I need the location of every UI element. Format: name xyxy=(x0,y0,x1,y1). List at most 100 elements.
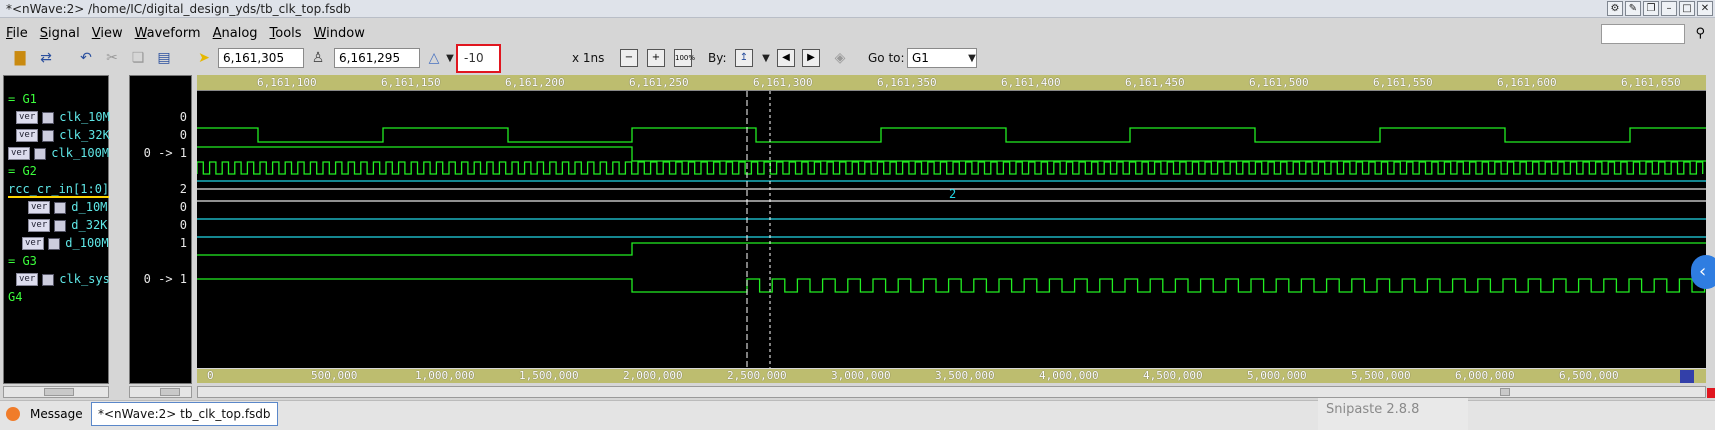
snipaste-popup: Snipaste 2.8.8 xyxy=(1318,398,1468,430)
signal-value: 0 xyxy=(179,218,187,232)
overview-cursor-marker xyxy=(1707,388,1715,398)
ver-badge-icon: ver xyxy=(22,237,45,250)
menu-window[interactable]: Window xyxy=(314,26,365,41)
search-by-edge-icon[interactable]: ↥ xyxy=(735,49,753,67)
close-icon[interactable]: ✕ xyxy=(1697,1,1713,16)
ver-badge-icon: ver xyxy=(16,273,39,286)
menu-file[interactable]: File xyxy=(6,26,28,41)
cursor-pointer-icon[interactable]: ➤ xyxy=(194,48,214,68)
signal-type-icon xyxy=(34,147,47,160)
overview-tick-label: 0 xyxy=(207,369,214,382)
wave-clk_sys xyxy=(197,278,1706,293)
document-tab[interactable]: *<nWave:2> tb_clk_top.fsdb xyxy=(91,402,278,426)
marker-time-field[interactable]: 6,161,295 xyxy=(334,48,420,68)
marker-icon[interactable]: ♙ xyxy=(308,48,328,68)
signal-type-icon xyxy=(54,201,67,214)
signal-value-panel: 0 0 0 -> 1 2 0 0 1 0 -> 1 xyxy=(129,75,192,384)
signal-row[interactable]: ver d_100M xyxy=(22,234,109,252)
signal-value: 0 -> 1 xyxy=(143,146,187,160)
menu-search-input[interactable] xyxy=(1601,24,1685,44)
message-tab[interactable]: Message xyxy=(2,403,83,425)
goto-dropdown-icon[interactable]: ▼ xyxy=(962,48,982,68)
paste-icon[interactable]: ▤ xyxy=(154,48,174,68)
group-header[interactable]: = G1 xyxy=(8,90,37,108)
signal-row[interactable]: ver clk_10M xyxy=(16,108,110,126)
zoom-fit-icon[interactable]: 100% xyxy=(674,49,695,67)
ruler-tick-label: 6,161,550 xyxy=(1373,76,1433,89)
time-ruler-top[interactable]: 6,161,100 6,161,150 6,161,200 6,161,250 6,16… xyxy=(197,75,1706,91)
search-backward-icon[interactable]: ◀ xyxy=(777,49,795,67)
overview-tick-label: 2,000,000 xyxy=(623,369,683,382)
waveform-scrollbar[interactable] xyxy=(197,386,1706,398)
overview-tick-label: 5,500,000 xyxy=(1351,369,1411,382)
ver-badge-icon: ver xyxy=(16,129,39,142)
cursor-time-field[interactable]: 6,161,305 xyxy=(218,48,304,68)
signal-name: d_10M xyxy=(71,200,108,214)
signal-row[interactable]: ver clk_100M xyxy=(8,144,109,162)
by-dropdown-icon[interactable]: ▼ xyxy=(756,48,776,68)
overview-end-marker xyxy=(1680,370,1694,383)
bus-value-label: 2 xyxy=(949,187,956,201)
signal-row[interactable]: ver clk_sys xyxy=(16,270,110,288)
signal-row[interactable]: rcc_cr_in[1:0] xyxy=(8,180,110,198)
ruler-tick-label: 6,161,250 xyxy=(629,76,689,89)
pin-icon[interactable]: ✎ xyxy=(1625,1,1641,16)
bookmark-icon[interactable]: ◈ xyxy=(830,48,850,68)
menu-view[interactable]: View xyxy=(92,26,123,41)
reload-icon[interactable]: ⇄ xyxy=(36,48,56,68)
name-panel-scrollbar[interactable] xyxy=(3,386,109,398)
signal-name: clk_100M xyxy=(51,146,110,160)
ruler-tick-label: 6,161,500 xyxy=(1249,76,1309,89)
signal-type-icon xyxy=(42,273,55,286)
open-folder-icon[interactable]: ▇ xyxy=(10,48,30,68)
signal-name: clk_sys xyxy=(59,272,110,286)
wave-d_100M xyxy=(197,242,1706,256)
signal-row[interactable]: ver d_10M xyxy=(28,198,107,216)
delta-time-field[interactable]: -10 xyxy=(456,44,501,73)
panel-splitter[interactable] xyxy=(112,75,127,384)
signal-type-icon xyxy=(48,237,61,250)
settings-icon[interactable]: ⚙ xyxy=(1607,1,1623,16)
window-controls: ⚙ ✎ ❐ – □ ✕ xyxy=(1607,1,1713,16)
ver-badge-icon: ver xyxy=(16,111,39,124)
waveform-canvas[interactable]: 2 xyxy=(197,91,1706,368)
signal-name-panel: = G1 ver clk_10M ver clk_32K ver clk_100M = G2 r… xyxy=(3,75,110,384)
signal-name: = G2 xyxy=(8,164,37,178)
search-icon[interactable]: ⚲ xyxy=(1695,26,1705,41)
signal-row[interactable]: ver d_32K xyxy=(28,216,107,234)
overview-tick-label: 4,000,000 xyxy=(1039,369,1099,382)
group-header[interactable]: G4 xyxy=(8,288,22,306)
search-forward-icon[interactable]: ▶ xyxy=(802,49,820,67)
menu-waveform[interactable]: Waveform xyxy=(135,26,201,41)
title-bar: *<nWave:2> /home/IC/digital_design_yds/t… xyxy=(0,0,1715,18)
ruler-tick-label: 6,161,650 xyxy=(1621,76,1681,89)
message-icon xyxy=(6,407,20,421)
wave-clk_32K xyxy=(197,146,1706,162)
overview-tick-label: 1,000,000 xyxy=(415,369,475,382)
zoom-in-icon[interactable]: + xyxy=(647,49,665,67)
ruler-tick-label: 6,161,450 xyxy=(1125,76,1185,89)
signal-value: 0 xyxy=(179,128,187,142)
signal-row[interactable]: ver clk_32K xyxy=(16,126,110,144)
overview-tick-label: 3,500,000 xyxy=(935,369,995,382)
overview-tick-label: 4,500,000 xyxy=(1143,369,1203,382)
group-header[interactable]: = G2 xyxy=(8,162,37,180)
restore-icon[interactable]: ❐ xyxy=(1643,1,1659,16)
cut-icon[interactable]: ✂ xyxy=(102,48,122,68)
time-unit-label: x 1ns xyxy=(572,51,605,65)
time-ruler-overview[interactable]: 0 500,000 1,000,000 1,500,000 2,000,000 2,500… xyxy=(197,369,1706,383)
chevron-left-icon[interactable]: ‹ xyxy=(1691,255,1715,289)
signal-name: clk_10M xyxy=(59,110,110,124)
menu-tools[interactable]: Tools xyxy=(270,26,302,41)
signal-value: 2 xyxy=(179,182,187,196)
value-panel-scrollbar[interactable] xyxy=(129,386,192,398)
menu-analog[interactable]: Analog xyxy=(213,26,258,41)
menu-bar: File Signal View Waveform Analog Tools Window xyxy=(0,22,1715,44)
maximize-icon[interactable]: □ xyxy=(1679,1,1695,16)
undo-icon[interactable]: ↶ xyxy=(76,48,96,68)
minimize-icon[interactable]: – xyxy=(1661,1,1677,16)
group-header[interactable]: = G3 xyxy=(8,252,37,270)
zoom-out-icon[interactable]: − xyxy=(620,49,638,67)
menu-signal[interactable]: Signal xyxy=(40,26,80,41)
copy-icon[interactable]: ❏ xyxy=(128,48,148,68)
